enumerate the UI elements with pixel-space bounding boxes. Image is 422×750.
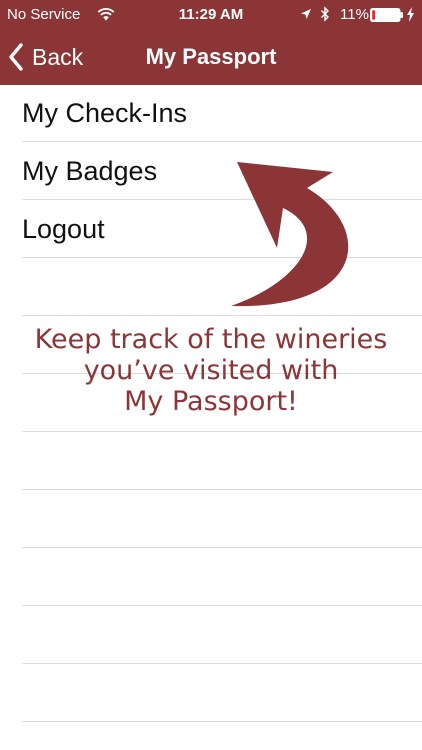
charging-bolt-icon (407, 7, 414, 22)
page-title: My Passport (145, 44, 277, 69)
empty-row (22, 665, 422, 722)
navigation-bar: Back My Passport (0, 30, 422, 85)
battery-percentage: 11% (340, 6, 369, 23)
promo-line: you’ve visited with (83, 355, 339, 386)
app-header: No Service 11:29 AM 11% Back My Passport (0, 0, 422, 85)
bluetooth-icon (321, 6, 329, 22)
menu-item-my-check-ins[interactable]: My Check-Ins (22, 85, 422, 142)
empty-row (22, 549, 422, 606)
battery-icon (370, 8, 403, 22)
status-bar: No Service 11:29 AM 11% (0, 0, 422, 30)
empty-row (22, 433, 422, 490)
promo-message: Keep track of the wineries you’ve visite… (0, 324, 422, 417)
curved-arrow-icon (231, 162, 349, 307)
empty-row (22, 607, 422, 664)
location-arrow-icon (301, 9, 311, 19)
screen: No Service 11:29 AM 11% Back My Passport… (0, 0, 422, 750)
empty-row (22, 491, 422, 548)
promo-line: My Passport! (124, 386, 298, 417)
promo-line: Keep track of the wineries (34, 324, 388, 355)
